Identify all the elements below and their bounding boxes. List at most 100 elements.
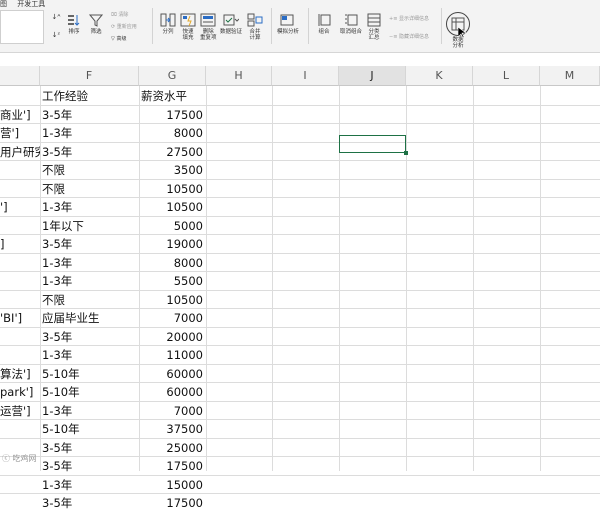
- column-header-h[interactable]: H: [206, 66, 272, 86]
- cell-g[interactable]: 7000: [139, 402, 206, 420]
- flash-fill-icon: [180, 12, 196, 28]
- cell-g[interactable]: 17500: [139, 106, 206, 124]
- cell-f[interactable]: 1-3年: [40, 198, 139, 216]
- cell-e[interactable]: 用户研究: [0, 143, 40, 161]
- cell-e[interactable]: 商业']: [0, 106, 40, 124]
- cell-f[interactable]: 3-5年: [40, 328, 139, 346]
- cell-f[interactable]: 不限: [40, 180, 139, 198]
- cell-f[interactable]: 5-10年: [40, 365, 139, 383]
- advanced-filter-button[interactable]: ▽ 高级: [111, 36, 126, 42]
- column-header-i[interactable]: I: [272, 66, 339, 86]
- name-box[interactable]: [0, 10, 44, 44]
- cell-e[interactable]: ']: [0, 198, 40, 216]
- cell-e[interactable]: [0, 291, 40, 309]
- sort-desc-button[interactable]: ↓ᶻ: [51, 30, 61, 41]
- cell-f[interactable]: 1-3年: [40, 346, 139, 364]
- what-if-analysis-button[interactable]: 模拟分析: [277, 12, 299, 35]
- cell-e[interactable]: 'BI']: [0, 309, 40, 327]
- cell-e[interactable]: [0, 328, 40, 346]
- cell-g[interactable]: 27500: [139, 143, 206, 161]
- consolidate-button[interactable]: 合并 计算: [247, 12, 263, 41]
- cell-f[interactable]: 5-10年: [40, 383, 139, 401]
- cell-f[interactable]: 1-3年: [40, 272, 139, 290]
- text-to-columns-button[interactable]: 分列: [160, 12, 176, 35]
- cell-f[interactable]: 3-5年: [40, 235, 139, 253]
- cell-f[interactable]: 工作经验: [40, 87, 139, 105]
- cell-g[interactable]: 19000: [139, 235, 206, 253]
- cell-f[interactable]: 3-5年: [40, 439, 139, 457]
- cell-e[interactable]: [0, 254, 40, 272]
- cell-f[interactable]: 1-3年: [40, 124, 139, 142]
- hide-detail-button[interactable]: −≡ 隐藏详细信息: [389, 34, 429, 40]
- cell-g[interactable]: 25000: [139, 439, 206, 457]
- clear-filter-button[interactable]: ⌧ 清除: [111, 12, 128, 18]
- column-header-f[interactable]: F: [40, 66, 139, 86]
- cell-g[interactable]: 7000: [139, 309, 206, 327]
- group-button[interactable]: 组合: [316, 12, 332, 35]
- column-header-l[interactable]: L: [473, 66, 540, 86]
- cell-g[interactable]: 17500: [139, 494, 206, 512]
- cell-f[interactable]: 3-5年: [40, 143, 139, 161]
- cell-e[interactable]: 营']: [0, 124, 40, 142]
- cell-f[interactable]: 5-10年: [40, 420, 139, 438]
- cell-f[interactable]: 1-3年: [40, 402, 139, 420]
- cell-g[interactable]: 20000: [139, 328, 206, 346]
- subtotal-button[interactable]: 分类 汇总: [366, 12, 382, 41]
- cell-f[interactable]: 1-3年: [40, 476, 139, 494]
- cell-g[interactable]: 3500: [139, 161, 206, 179]
- active-cell-j4[interactable]: [339, 135, 408, 155]
- tab-view[interactable]: 图: [0, 0, 7, 8]
- reapply-button[interactable]: ⟳ 重新应用: [111, 24, 137, 30]
- flash-fill-button[interactable]: 快速 填充: [180, 12, 196, 41]
- tab-developer[interactable]: 开发工具: [17, 0, 45, 8]
- cell-e[interactable]: park']: [0, 383, 40, 401]
- cell-g[interactable]: 8000: [139, 254, 206, 272]
- cell-f[interactable]: 不限: [40, 291, 139, 309]
- ungroup-button[interactable]: 取消组合: [340, 12, 362, 35]
- column-header-m[interactable]: M: [540, 66, 600, 86]
- cell-g[interactable]: 8000: [139, 124, 206, 142]
- cell-f[interactable]: 3-5年: [40, 494, 139, 512]
- cell-g[interactable]: 薪资水平: [139, 87, 206, 105]
- cell-f[interactable]: 3-5年: [40, 457, 139, 475]
- cell-e[interactable]: 算法']: [0, 365, 40, 383]
- sort-button[interactable]: 排序: [66, 12, 82, 35]
- cell-e[interactable]: [0, 87, 40, 105]
- cell-g[interactable]: 5000: [139, 217, 206, 235]
- sort-asc-button[interactable]: ↓ᴬ: [51, 12, 61, 23]
- cell-e[interactable]: [0, 161, 40, 179]
- cell-e[interactable]: 运营']: [0, 402, 40, 420]
- cell-g[interactable]: 10500: [139, 180, 206, 198]
- cell-f[interactable]: 1-3年: [40, 254, 139, 272]
- column-header-j[interactable]: J: [339, 66, 406, 86]
- column-header-partial: [0, 66, 40, 86]
- column-header-k[interactable]: K: [406, 66, 473, 86]
- cell-g[interactable]: 60000: [139, 383, 206, 401]
- cell-g[interactable]: 17500: [139, 457, 206, 475]
- cell-e[interactable]: [0, 476, 40, 494]
- cell-e[interactable]: [0, 217, 40, 235]
- cell-g[interactable]: 10500: [139, 291, 206, 309]
- cell-g[interactable]: 10500: [139, 198, 206, 216]
- cell-e[interactable]: [0, 180, 40, 198]
- cell-f[interactable]: 不限: [40, 161, 139, 179]
- show-detail-button[interactable]: +≡ 显示详细信息: [389, 16, 429, 22]
- cell-e[interactable]: ]: [0, 235, 40, 253]
- remove-duplicates-button[interactable]: 删除 重复项: [200, 12, 217, 41]
- cell-g[interactable]: 60000: [139, 365, 206, 383]
- data-validation-button[interactable]: 数据验证: [220, 12, 242, 35]
- filter-button[interactable]: 筛选: [88, 12, 104, 35]
- cell-g[interactable]: 15000: [139, 476, 206, 494]
- cell-g[interactable]: 11000: [139, 346, 206, 364]
- cell-e[interactable]: [0, 420, 40, 438]
- cell-e[interactable]: [0, 272, 40, 290]
- cell-e[interactable]: [0, 346, 40, 364]
- cell-g[interactable]: 5500: [139, 272, 206, 290]
- advanced-label: 高级: [116, 36, 127, 42]
- cell-e[interactable]: [0, 494, 40, 512]
- cell-f[interactable]: 3-5年: [40, 106, 139, 124]
- cell-g[interactable]: 37500: [139, 420, 206, 438]
- column-header-g[interactable]: G: [139, 66, 206, 86]
- cell-f[interactable]: 1年以下: [40, 217, 139, 235]
- cell-f[interactable]: 应届毕业生: [40, 309, 139, 327]
